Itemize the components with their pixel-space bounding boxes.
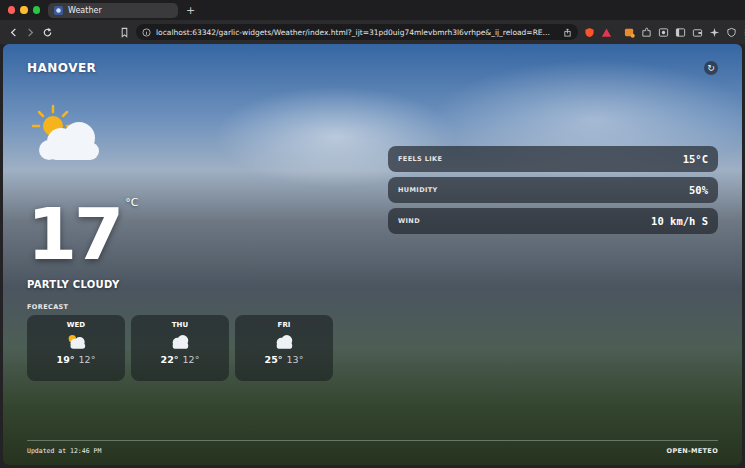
weather-page: HANOVER ↻ 17 °C PARTLY CLOUDY FORECAST W… [3, 44, 742, 465]
data-source: OPEN-METEO [667, 447, 718, 455]
wallet-icon[interactable] [692, 27, 703, 38]
weather-body: 17 °C PARTLY CLOUDY FORECAST WED 19° 12°… [27, 76, 718, 381]
refresh-button[interactable]: ↻ [704, 61, 718, 75]
detail-row: WIND 10 km/h S [388, 208, 718, 234]
details-panel: FEELS LIKE 15°C HUMIDITY 50% WIND 10 km/h … [388, 146, 718, 381]
favicon-icon [54, 6, 63, 15]
forecast-card: FRI 25° 13° [235, 315, 333, 381]
forecast-high: 22° [161, 354, 179, 365]
forecast-day: THU [172, 321, 188, 329]
forecast-temps: 19° 12° [57, 354, 96, 365]
puzzle-icon[interactable] [641, 27, 652, 38]
address-bar[interactable]: localhost:63342/garlic-widgets/Weather/i… [136, 24, 578, 40]
forecast-day: FRI [278, 321, 291, 329]
window-controls [8, 6, 40, 14]
detail-value: 15°C [683, 153, 708, 165]
cloud-icon [169, 333, 191, 350]
leo-icon[interactable] [709, 27, 720, 38]
forecast-high: 25° [265, 354, 283, 365]
shield-icon[interactable] [584, 27, 595, 38]
forecast-high: 19° [57, 354, 75, 365]
forecast-temps: 25° 13° [265, 354, 304, 365]
detail-label: FEELS LIKE [398, 155, 442, 163]
current-weather: 17 °C PARTLY CLOUDY FORECAST WED 19° 12°… [27, 76, 368, 381]
close-button[interactable] [8, 6, 15, 14]
bookmark-icon[interactable] [119, 27, 130, 38]
detail-value: 10 km/h S [651, 215, 708, 227]
detail-label: HUMIDITY [398, 186, 438, 194]
forecast-list: WED 19° 12°THU 22° 12°FRI 25° 13° [27, 315, 368, 381]
condition: PARTLY CLOUDY [27, 279, 368, 290]
cloud-icon [273, 333, 295, 350]
temperature-value: 17 [27, 202, 121, 267]
new-tab-button[interactable]: + [186, 5, 195, 16]
detail-value: 50% [689, 184, 708, 196]
partly-cloudy-icon [27, 104, 107, 164]
forecast-low: 12° [183, 354, 200, 365]
forecast-temps: 22° 12° [161, 354, 200, 365]
detail-label: WIND [398, 217, 420, 225]
updated-time: Updated at 12:46 PM [27, 447, 101, 455]
browser-window: Weather + localhost:63342/garlic-widgets… [0, 0, 745, 468]
forecast-card: WED 19° 12° [27, 315, 125, 381]
detail-row: HUMIDITY 50% [388, 177, 718, 203]
forecast-card: THU 22° 12° [131, 315, 229, 381]
footer: Updated at 12:46 PM OPEN-METEO [27, 440, 718, 455]
forward-icon[interactable] [25, 27, 36, 38]
zoom-button[interactable] [33, 6, 40, 14]
url-text: localhost:63342/garlic-widgets/Weather/i… [156, 28, 558, 37]
sidebar-icon[interactable] [675, 27, 686, 38]
toolbar: localhost:63342/garlic-widgets/Weather/i… [0, 20, 745, 44]
extension-icon[interactable] [624, 27, 635, 38]
temperature: 17 °C [27, 202, 368, 267]
forecast-low: 13° [287, 354, 304, 365]
detail-row: FEELS LIKE 15°C [388, 146, 718, 172]
site-info-icon[interactable] [142, 28, 151, 37]
tab-title: Weather [68, 6, 102, 15]
forecast-low: 12° [79, 354, 96, 365]
rewards-icon[interactable] [601, 27, 612, 38]
back-icon[interactable] [8, 27, 19, 38]
vpn-icon[interactable] [726, 27, 737, 38]
partly-cloudy-icon [65, 333, 87, 350]
temperature-unit: °C [125, 196, 138, 209]
forecast-day: WED [67, 321, 85, 329]
minimize-button[interactable] [20, 6, 27, 14]
city-name: HANOVER [27, 61, 96, 75]
reload-icon[interactable] [42, 27, 53, 38]
share-icon[interactable] [563, 28, 572, 37]
menu-icon[interactable] [743, 27, 745, 38]
screenshot-icon[interactable] [658, 27, 669, 38]
browser-tab[interactable]: Weather [48, 3, 178, 18]
header: HANOVER ↻ [27, 60, 718, 76]
tab-bar: Weather + [0, 0, 745, 20]
forecast-label: FORECAST [27, 303, 368, 311]
